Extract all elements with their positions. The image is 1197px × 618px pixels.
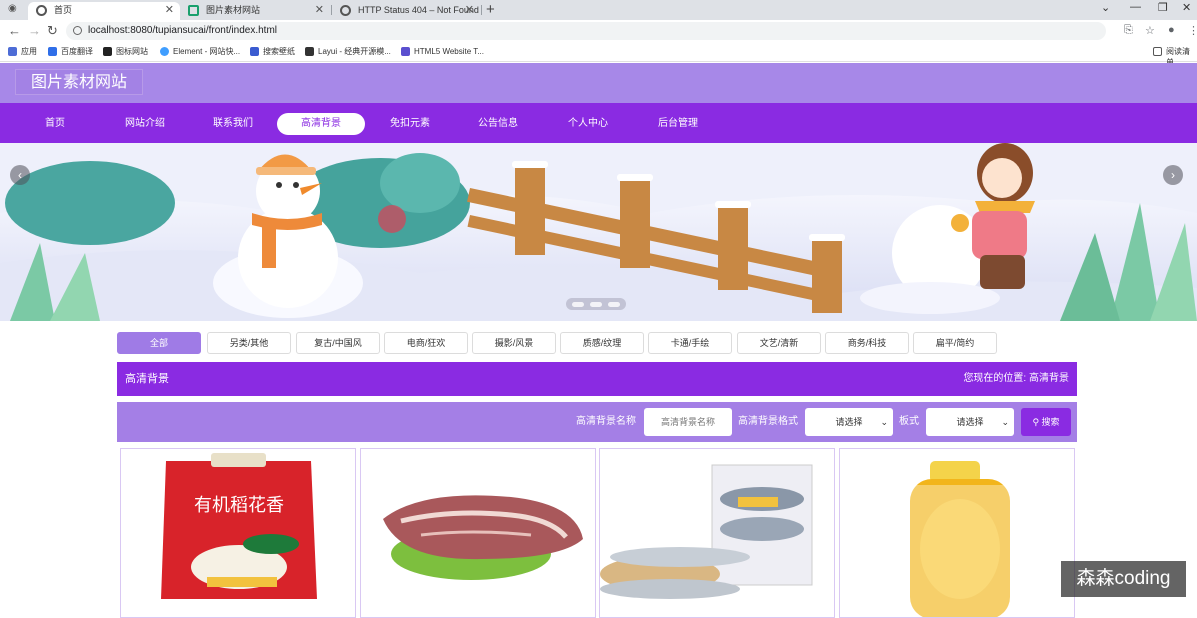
raw-meat-image bbox=[383, 495, 583, 580]
nav-admin[interactable]: 后台管理 bbox=[643, 113, 713, 135]
baidu-icon bbox=[48, 47, 57, 56]
card-fish[interactable] bbox=[599, 448, 835, 618]
reading-list-icon bbox=[1153, 47, 1162, 56]
restore-icon[interactable]: ❐ bbox=[1158, 1, 1168, 14]
layui-icon bbox=[305, 47, 314, 56]
tab-404[interactable]: HTTP Status 404 – Not Found ✕ bbox=[332, 2, 480, 20]
element-icon bbox=[160, 47, 169, 56]
tab-picture-site[interactable]: 图片素材网站 ✕ bbox=[180, 2, 330, 20]
category-literary[interactable]: 文艺/清新 bbox=[737, 332, 821, 354]
bookmarks-bar: 应用 百度翻译 图标网站 Element - 网站快... 搜索壁纸 Layui… bbox=[0, 42, 1197, 67]
nav-hd-background[interactable]: 高清背景 bbox=[277, 113, 365, 135]
bookmark-apps[interactable]: 应用 bbox=[8, 46, 37, 57]
card-rice[interactable]: 有机稻花香 bbox=[120, 448, 356, 618]
category-all[interactable]: 全部 bbox=[117, 332, 201, 354]
nav-about[interactable]: 网站介绍 bbox=[110, 113, 180, 135]
globe-icon bbox=[36, 5, 47, 16]
site-logo[interactable]: 图片素材网站 bbox=[15, 69, 143, 95]
style-select[interactable]: 请选择 ⌄ bbox=[926, 408, 1014, 436]
v-logo-icon bbox=[188, 5, 199, 16]
category-texture[interactable]: 质感/纹理 bbox=[560, 332, 644, 354]
category-other[interactable]: 另类/其他 bbox=[207, 332, 291, 354]
video-watermark: 森森coding bbox=[1061, 561, 1186, 597]
category-filters: 全部 另类/其他 复古/中国风 电商/狂欢 摄影/风景 质感/纹理 卡通/手绘 … bbox=[117, 332, 1017, 354]
category-flat[interactable]: 扁平/简约 bbox=[913, 332, 997, 354]
chrome-menu-icon[interactable]: ◉ bbox=[8, 3, 17, 14]
bookmark-wallpaper[interactable]: 搜索壁纸 bbox=[250, 46, 295, 57]
nav-cutout-elements[interactable]: 免扣元素 bbox=[375, 113, 445, 135]
carousel-dot[interactable] bbox=[572, 302, 584, 307]
icon-site-icon bbox=[103, 47, 112, 56]
carousel-dot[interactable] bbox=[590, 302, 602, 307]
apps-grid-icon bbox=[8, 47, 17, 56]
banner-carousel: ‹ › bbox=[0, 143, 1197, 321]
site-info-icon[interactable] bbox=[73, 26, 82, 35]
profile-icon[interactable]: ● bbox=[1168, 24, 1175, 36]
site-header: 图片素材网站 bbox=[0, 63, 1197, 103]
more-menu-icon[interactable]: ⋮ bbox=[1188, 24, 1197, 37]
category-photography[interactable]: 摄影/风景 bbox=[472, 332, 556, 354]
breadcrumb-current[interactable]: 高清背景 bbox=[1029, 373, 1069, 384]
nav-contact[interactable]: 联系我们 bbox=[198, 113, 268, 135]
search-icon: ⚲ bbox=[1032, 417, 1040, 427]
bookmark-element[interactable]: Element - 网站快... bbox=[160, 46, 240, 57]
breadcrumb-prefix: 您现在的位置: bbox=[963, 373, 1027, 384]
site-nav: 首页 网站介绍 联系我们 高清背景 免扣元素 公告信息 个人中心 后台管理 bbox=[0, 103, 1197, 143]
bookmark-star-icon[interactable]: ☆ bbox=[1145, 24, 1155, 37]
chevron-down-icon: ⌄ bbox=[1001, 417, 1009, 427]
search-form: 高清背景名称 高清背景格式 请选择 ⌄ 板式 请选择 ⌄ ⚲ 搜索 bbox=[117, 402, 1077, 442]
name-search-input[interactable] bbox=[644, 408, 732, 436]
share-icon[interactable]: ⎘ bbox=[1124, 24, 1133, 37]
bookmark-baidu-translate[interactable]: 百度翻译 bbox=[48, 46, 93, 57]
card-oil[interactable] bbox=[839, 448, 1075, 618]
category-cartoon[interactable]: 卡通/手绘 bbox=[648, 332, 732, 354]
forward-icon[interactable]: → bbox=[28, 23, 41, 38]
fish-package-image bbox=[600, 464, 813, 599]
back-icon[interactable]: ← bbox=[8, 23, 21, 38]
search-button[interactable]: ⚲ 搜索 bbox=[1021, 408, 1071, 436]
carousel-indicators bbox=[566, 298, 626, 310]
section-title-bar: 高清背景 您现在的位置: 高清背景 bbox=[117, 362, 1077, 396]
address-toolbar: ← → ↻ localhost:8080/tupiansucai/front/i… bbox=[0, 20, 1197, 42]
globe-icon bbox=[340, 5, 351, 16]
close-tab-icon[interactable]: ✕ bbox=[315, 2, 324, 18]
breadcrumb: 您现在的位置: 高清背景 bbox=[963, 362, 1069, 396]
format-label: 高清背景格式 bbox=[738, 416, 798, 427]
reload-icon[interactable]: ↻ bbox=[47, 23, 58, 39]
winter-scene-illustration bbox=[0, 143, 1197, 321]
card-meat[interactable] bbox=[360, 448, 596, 618]
category-business[interactable]: 商务/科技 bbox=[825, 332, 909, 354]
carousel-prev-button[interactable]: ‹ bbox=[10, 165, 30, 185]
browser-tab-bar: ◉ 首页 ✕ 图片素材网站 ✕ HTTP Status 404 – Not Fo… bbox=[0, 0, 1197, 20]
oil-bottle-image bbox=[840, 461, 1074, 617]
bookmark-layui[interactable]: Layui - 经典开源模... bbox=[305, 46, 391, 57]
style-label: 板式 bbox=[899, 416, 919, 427]
name-label: 高清背景名称 bbox=[576, 416, 636, 427]
rice-bag-image: 有机稻花香 bbox=[161, 453, 317, 599]
category-ecommerce[interactable]: 电商/狂欢 bbox=[384, 332, 468, 354]
section-title: 高清背景 bbox=[125, 373, 169, 385]
rice-brand-text: 有机稻花香 bbox=[194, 495, 284, 516]
html5-icon bbox=[401, 47, 410, 56]
nav-home[interactable]: 首页 bbox=[20, 113, 90, 135]
bookmark-icon-site[interactable]: 图标网站 bbox=[103, 46, 148, 57]
category-retro[interactable]: 复古/中国风 bbox=[296, 332, 380, 354]
close-tab-icon[interactable]: ✕ bbox=[465, 2, 474, 18]
wallpaper-icon bbox=[250, 47, 259, 56]
tab-home[interactable]: 首页 ✕ bbox=[28, 2, 180, 20]
bookmark-html5[interactable]: HTML5 Website T... bbox=[401, 46, 484, 57]
new-tab-icon[interactable]: + bbox=[486, 1, 495, 18]
url-field[interactable]: localhost:8080/tupiansucai/front/index.h… bbox=[66, 22, 1106, 40]
format-select[interactable]: 请选择 ⌄ bbox=[805, 408, 893, 436]
nav-user-center[interactable]: 个人中心 bbox=[553, 113, 623, 135]
close-tab-icon[interactable]: ✕ bbox=[165, 2, 174, 18]
close-window-icon[interactable]: ✕ bbox=[1182, 1, 1191, 14]
cursor-highlight bbox=[378, 205, 406, 233]
minimize-icon[interactable]: — bbox=[1130, 1, 1141, 13]
carousel-dot[interactable] bbox=[608, 302, 620, 307]
nav-announcements[interactable]: 公告信息 bbox=[463, 113, 533, 135]
carousel-next-button[interactable]: › bbox=[1163, 165, 1183, 185]
chevron-down-icon: ⌄ bbox=[880, 417, 888, 427]
tab-search-icon[interactable]: ⌄ bbox=[1101, 1, 1110, 14]
